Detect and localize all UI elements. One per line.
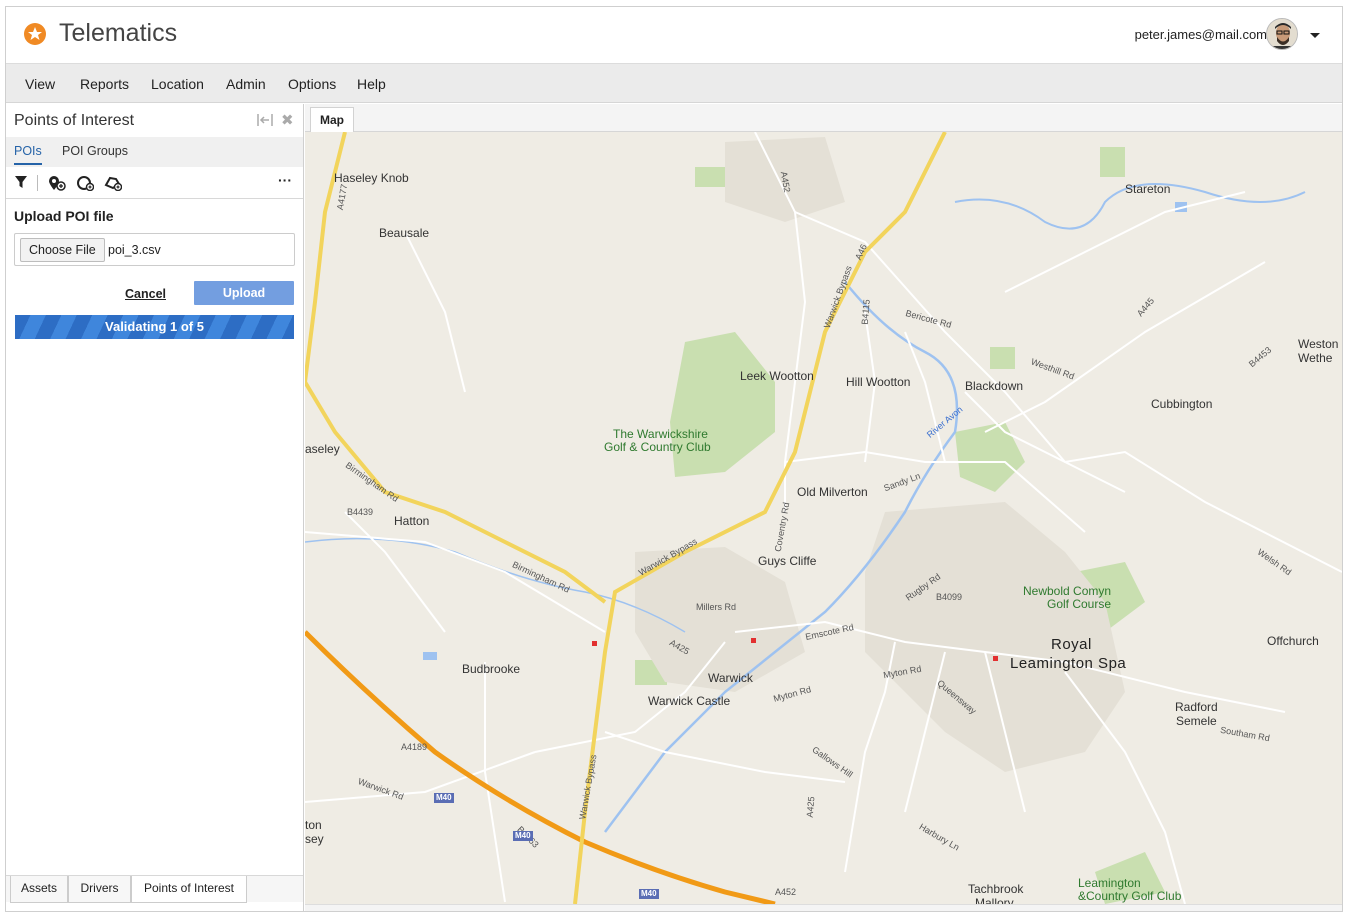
m40-shield-3: M40 (639, 889, 659, 899)
map-label-royal: Royal (1051, 636, 1092, 653)
map-label-warwickshire-golf: The Warwickshire (613, 427, 708, 441)
cancel-button[interactable]: Cancel (125, 287, 166, 301)
menu-view[interactable]: View (25, 76, 55, 92)
map-label-leamington-golf: Leamington (1078, 876, 1141, 890)
map-label-stareton: Stareton (1125, 182, 1171, 196)
map-label-tachbrook: Tachbrook (968, 882, 1024, 896)
menu-location[interactable]: Location (151, 76, 204, 92)
polygon-poi-icon[interactable] (104, 175, 123, 192)
more-icon[interactable]: ··· (278, 172, 292, 188)
progress-text: Validating 1 of 5 (105, 319, 204, 334)
poi-toolbar: ··· (6, 167, 303, 199)
map-label-warwick-castle: Warwick Castle (648, 694, 731, 708)
map-label-leek-wootton: Leek Wootton (740, 369, 814, 383)
map-label-blackdown: Blackdown (965, 379, 1024, 393)
app-window: Telematics peter.james@mail.com View Rep… (5, 6, 1343, 912)
filter-icon[interactable] (14, 175, 32, 191)
map-tabbar: Map (305, 104, 1342, 133)
tab-points-of-interest[interactable]: Points of Interest (131, 876, 247, 903)
panel-title: Points of Interest (14, 112, 135, 129)
user-email[interactable]: peter.james@mail.com (1135, 27, 1267, 42)
map-label-sey: sey (305, 832, 324, 846)
map-label-budbrooke: Budbrooke (462, 662, 521, 676)
tab-map[interactable]: Map (310, 107, 354, 133)
map-label-radford: Radford (1175, 700, 1218, 714)
choose-file-button[interactable]: Choose File (20, 238, 105, 262)
upload-heading: Upload POI file (14, 208, 114, 224)
map-label-semele: Semele (1176, 714, 1217, 728)
toolbar-divider (37, 175, 38, 191)
map-label-leamington-golf-2: &Country Golf Club (1078, 889, 1182, 903)
telematics-logo-icon (24, 23, 46, 45)
poi-panel: Points of Interest ✖ POIs POI Groups ··· (6, 104, 304, 911)
user-avatar[interactable] (1266, 18, 1298, 50)
menu-options[interactable]: Options (288, 76, 336, 92)
menu-reports[interactable]: Reports (80, 76, 129, 92)
menu-help[interactable]: Help (357, 76, 386, 92)
m40-shield-2: M40 (513, 831, 533, 841)
poi-add-icon[interactable] (48, 175, 66, 191)
map-label-wethe: Wethe (1298, 351, 1333, 365)
tab-poi-groups[interactable]: POI Groups (62, 144, 128, 158)
map-label-old-milverton: Old Milverton (797, 485, 868, 499)
road-label-a452-south: A452 (775, 887, 797, 897)
map-label-offchurch: Offchurch (1267, 634, 1319, 648)
m40-shield: M40 (434, 793, 454, 803)
file-input[interactable]: Choose File poi_3.csv (14, 233, 295, 266)
map-label-haseley-knob: Haseley Knob (334, 171, 409, 185)
road-label-millers-rd: Millers Rd (696, 602, 737, 612)
map-canvas[interactable]: Haseley Knob Beausale Stareton Weston We… (305, 132, 1342, 904)
app-title: Telematics (59, 19, 178, 47)
road-label-a425-south: A425 (804, 796, 817, 818)
bottom-tabstrip: Assets Drivers Points of Interest (6, 875, 303, 903)
map-label-weston: Weston (1298, 337, 1339, 351)
map-footer (305, 904, 1342, 911)
upload-button[interactable]: Upload (194, 281, 294, 305)
app-header: Telematics peter.james@mail.com (6, 7, 1342, 63)
validation-progress-bar: Validating 1 of 5 (15, 315, 294, 339)
road-label-a4189: A4189 (401, 742, 428, 752)
map-label-newbold-comyn: Newbold Comyn (1023, 584, 1112, 598)
road-label-b4439: B4439 (347, 507, 374, 517)
tab-assets[interactable]: Assets (10, 876, 68, 903)
tab-drivers[interactable]: Drivers (68, 876, 131, 903)
map-label-haseley: aseley (305, 442, 340, 456)
map-label-beausale: Beausale (379, 226, 430, 240)
road-label-b4099: B4099 (936, 592, 963, 602)
map-label-hatton: Hatton (394, 514, 430, 528)
map-label-newbold-golf: Golf Course (1047, 597, 1112, 611)
circle-poi-icon[interactable] (76, 175, 95, 192)
selected-file-name: poi_3.csv (108, 243, 161, 257)
poi-tabstrip: POIs POI Groups (6, 137, 303, 167)
user-menu-chevron-down-icon[interactable] (1310, 33, 1320, 38)
collapse-panel-icon[interactable] (257, 113, 273, 130)
map-label-leamington-spa: Leamington Spa (1010, 655, 1127, 672)
map-label-cubbington: Cubbington (1151, 397, 1213, 411)
close-panel-icon[interactable]: ✖ (281, 111, 294, 129)
tab-pois[interactable]: POIs (14, 144, 42, 165)
map-label-guys-cliffe: Guys Cliffe (758, 554, 817, 568)
map-graphics (305, 132, 1342, 904)
map-label-mallory: Mallory (975, 896, 1014, 904)
map-label-hill-wootton: Hill Wootton (846, 375, 911, 389)
main-menubar: View Reports Location Admin Options Help (6, 63, 1342, 103)
map-label-warwickshire-golf-2: Golf & Country Club (604, 440, 711, 454)
map-label-ton: ton (305, 818, 322, 832)
map-label-warwick: Warwick (708, 671, 753, 685)
menu-admin[interactable]: Admin (226, 76, 266, 92)
